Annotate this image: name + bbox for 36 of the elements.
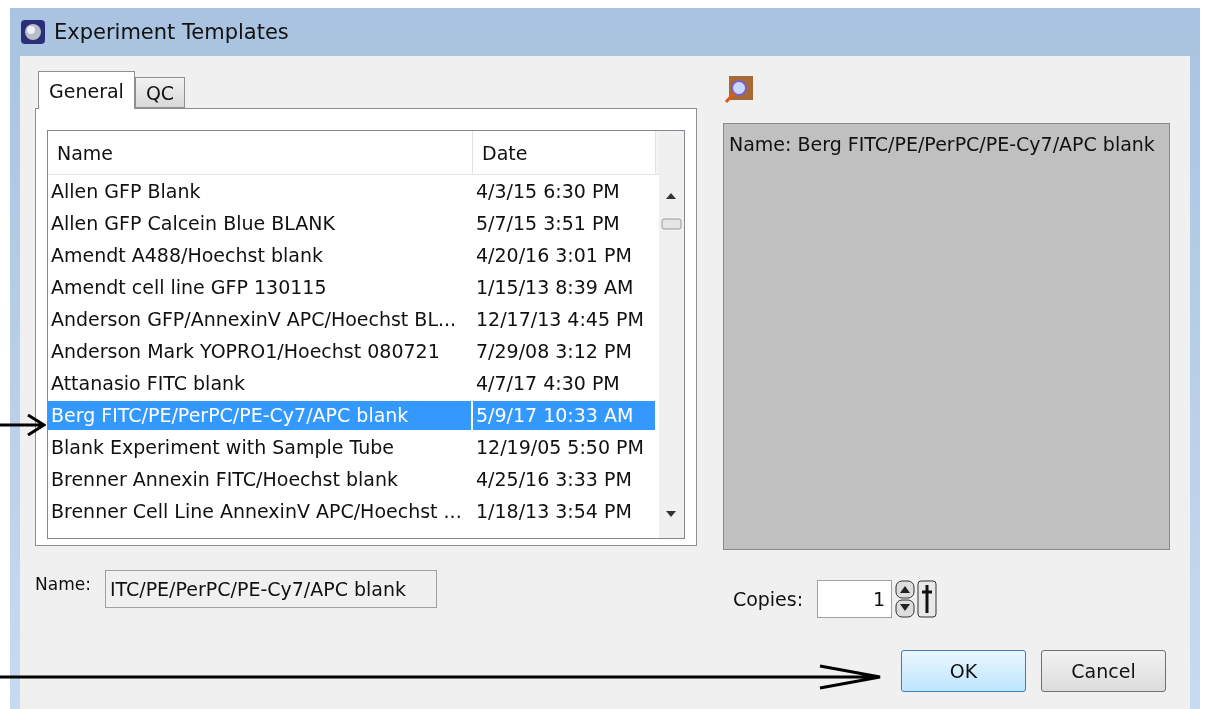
table-cell[interactable]: Brenner Annexin FITC/Hoechst blank <box>48 464 471 494</box>
table-cell[interactable]: Blank Experiment with Sample Tube <box>48 432 471 462</box>
table-cell[interactable]: Allen GFP Blank <box>48 176 471 206</box>
table-cell[interactable]: Anderson GFP/AnnexinV APC/Hoechst BL... <box>48 304 471 334</box>
table-cell[interactable]: Amendt A488/Hoechst blank <box>48 240 471 270</box>
name-field[interactable]: ITC/PE/PerPC/PE-Cy7/APC blank <box>104 570 437 608</box>
table-cell[interactable]: 12/19/05 5:50 PM <box>473 432 655 462</box>
table-cell[interactable]: Allen GFP Calcein Blue BLANK <box>48 208 471 238</box>
table-cell[interactable]: 4/25/16 3:33 PM <box>473 464 655 494</box>
spinner-icon[interactable] <box>895 580 916 618</box>
name-label: Name: <box>35 574 91 596</box>
magnifier-icon[interactable] <box>723 74 755 106</box>
table-cell[interactable]: Anderson Mark YOPRO1/Hoechst 080721 <box>48 336 471 366</box>
window-title: Experiment Templates <box>54 20 289 44</box>
table-cell[interactable]: 4/7/17 4:30 PM <box>473 368 655 398</box>
table-cell[interactable]: 1/15/13 8:39 AM <box>473 272 655 302</box>
table-cell[interactable]: Amendt cell line GFP 130115 <box>48 272 471 302</box>
table-cell[interactable]: 4/20/16 3:01 PM <box>473 240 655 270</box>
annotation-arrow <box>0 412 46 438</box>
table-cell[interactable]: 7/29/08 3:12 PM <box>473 336 655 366</box>
table-cell[interactable]: 4/3/15 6:30 PM <box>473 176 655 206</box>
tab[interactable]: QC <box>134 77 186 108</box>
tab[interactable]: General <box>38 71 135 109</box>
app-icon <box>20 19 46 45</box>
table-cell[interactable]: 1/18/13 3:54 PM <box>473 496 655 526</box>
ok-button[interactable]: OK <box>901 650 1026 692</box>
cancel-button[interactable]: Cancel <box>1041 650 1166 692</box>
pin-icon[interactable] <box>917 580 938 618</box>
table-cell[interactable]: 5/7/15 3:51 PM <box>473 208 655 238</box>
table-cell[interactable]: 12/17/13 4:45 PM <box>473 304 655 334</box>
copies-label: Copies: <box>732 588 804 610</box>
table-cell[interactable]: Attanasio FITC blank <box>48 368 471 398</box>
preview-text: Name: Berg FITC/PE/PerPC/PE-Cy7/APC blank <box>723 123 1170 550</box>
copies-field[interactable]: 1 <box>817 580 893 618</box>
scrollbar[interactable] <box>659 131 684 538</box>
table-cell[interactable]: Brenner Cell Line AnnexinV APC/Hoechst ... <box>48 496 471 526</box>
